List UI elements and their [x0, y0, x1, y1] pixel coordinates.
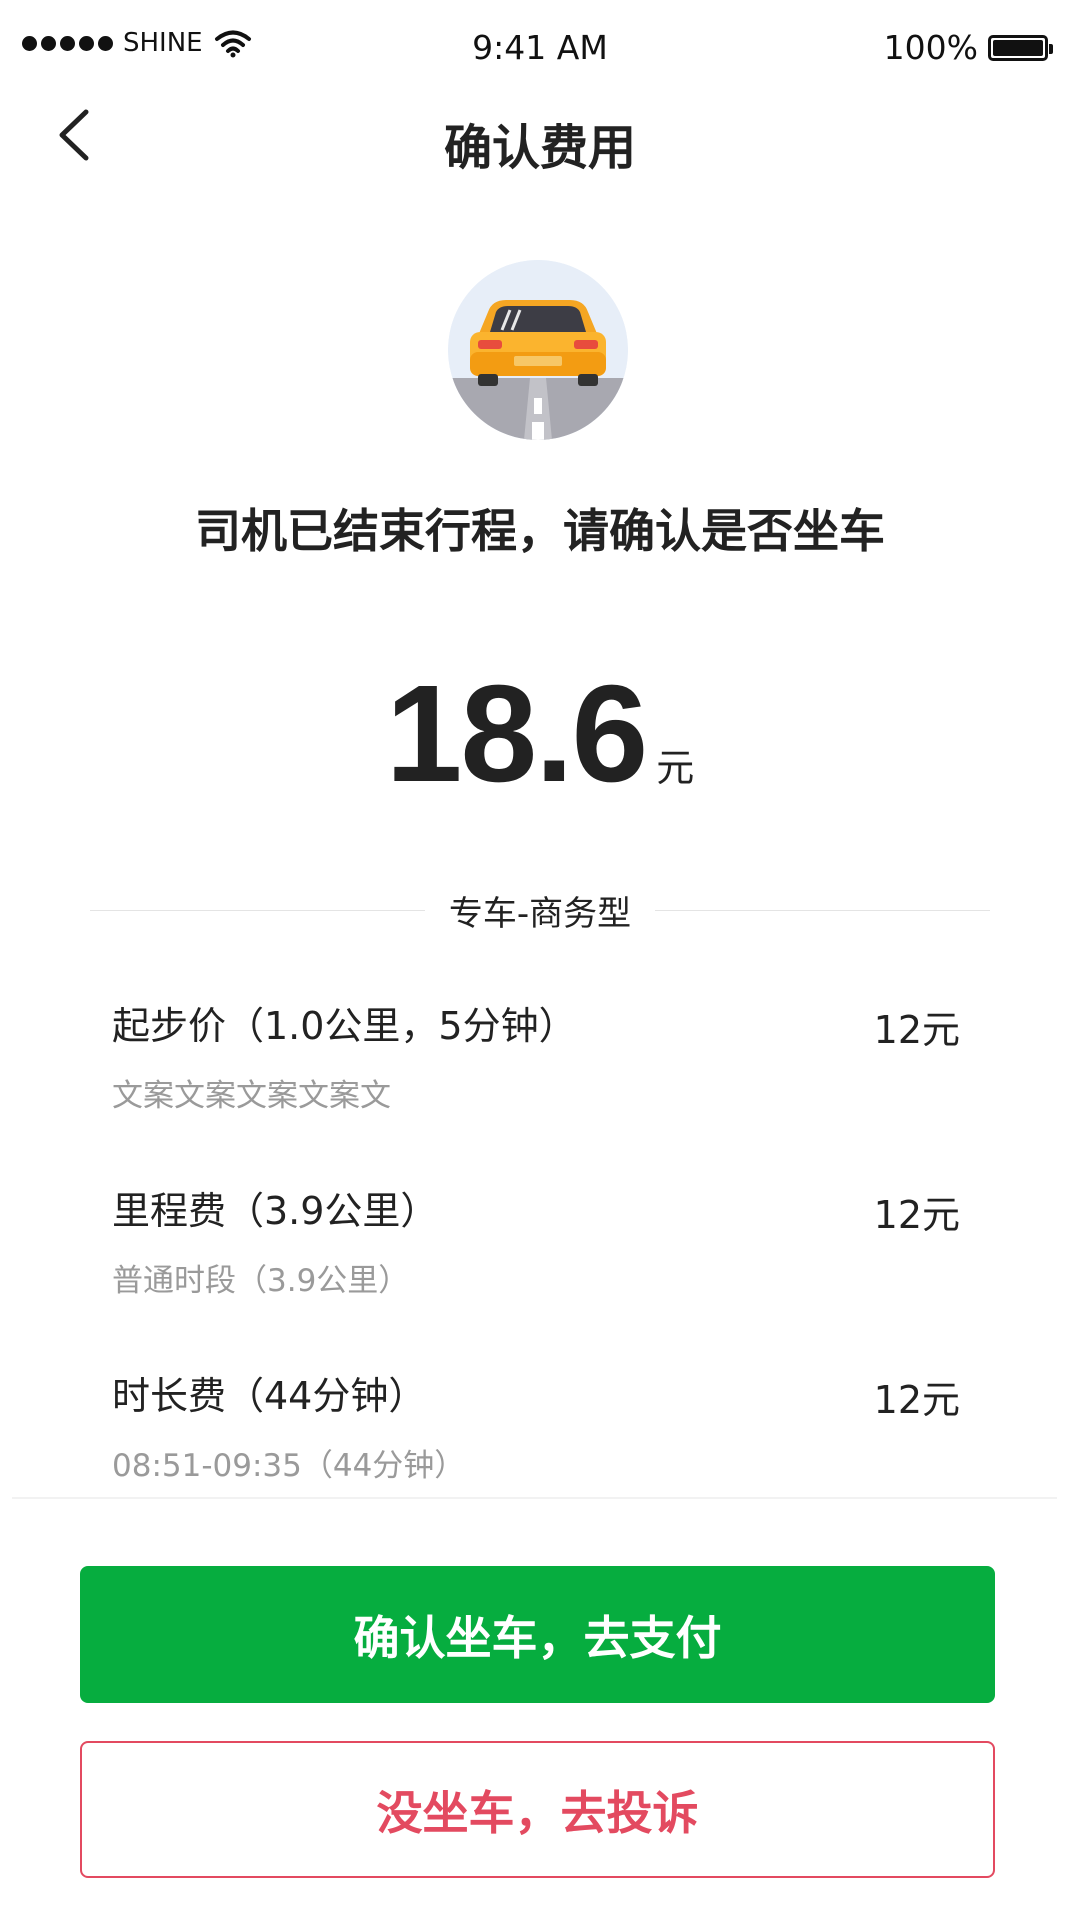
fee-item-duration: 时长费（44分钟） 12元 08:51-09:35（44分钟） [112, 1365, 960, 1550]
price-display: 18.6 元 [0, 655, 1080, 814]
fee-detail: 文案文案文案文案文 [112, 1078, 391, 1114]
battery-percent: 100% [883, 28, 978, 67]
service-type-divider: 专车-商务型 [90, 885, 990, 935]
fee-title: 里程费（3.9公里） [112, 1189, 439, 1233]
fee-item-base: 起步价（1.0公里，5分钟） 12元 文案文案文案文案文 [112, 995, 960, 1180]
fee-title: 起步价（1.0公里，5分钟） [112, 1004, 577, 1048]
fee-detail: 普通时段（3.9公里） [112, 1263, 410, 1299]
fee-item-distance: 里程费（3.9公里） 12元 普通时段（3.9公里） [112, 1180, 960, 1365]
fee-detail: 08:51-09:35（44分钟） [112, 1448, 466, 1484]
complain-button[interactable]: 没坐车，去投诉 [80, 1741, 995, 1878]
battery-icon [988, 34, 1053, 61]
divider-line-left [90, 909, 425, 911]
trip-message: 司机已结束行程，请确认是否坐车 [195, 504, 885, 558]
car-icon [448, 260, 628, 440]
divider-line-right [655, 909, 990, 911]
page-title: 确认费用 [443, 120, 636, 176]
fee-title: 时长费（44分钟） [112, 1374, 427, 1418]
fee-amount: 12元 [873, 1008, 960, 1052]
bottom-divider [12, 1497, 1057, 1499]
fee-amount: 12元 [873, 1193, 960, 1237]
fee-list: 起步价（1.0公里，5分钟） 12元 文案文案文案文案文 里程费（3.9公里） … [112, 995, 960, 1550]
price-amount: 18.6 [385, 657, 649, 811]
service-type: 专车-商务型 [448, 893, 632, 934]
confirm-pay-button[interactable]: 确认坐车，去支付 [80, 1566, 995, 1703]
status-right: 100% [883, 28, 1053, 67]
price-unit: 元 [656, 746, 695, 790]
status-bar: SHINE 9:41 AM 100% [0, 0, 1080, 100]
fee-amount: 12元 [873, 1378, 960, 1422]
